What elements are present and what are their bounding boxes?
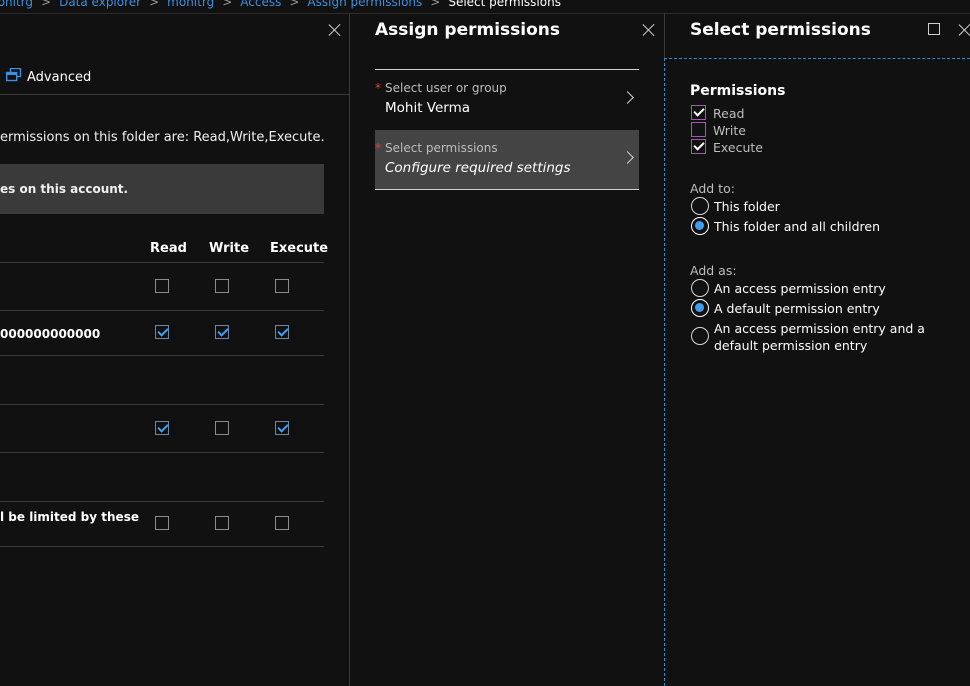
info-banner-text: es on this account. (0, 182, 129, 196)
advanced-icon[interactable] (5, 67, 22, 82)
column-header-write: Write (209, 241, 250, 256)
breadcrumb-item[interactable]: Assign permissions (307, 0, 422, 9)
breadcrumb-separator-icon: > (222, 0, 233, 9)
breadcrumb-separator-icon: > (149, 0, 160, 9)
select-panel-title: Select permissions (690, 20, 871, 40)
divider (0, 94, 349, 95)
table-row: l be limited by these (0, 502, 324, 546)
radio-label: An access permission entry and a (714, 321, 925, 336)
read-checkbox[interactable] (155, 325, 169, 339)
permission-label: Read (713, 106, 745, 121)
write-permission-checkbox[interactable] (691, 122, 706, 137)
permission-label: Write (713, 123, 747, 138)
breadcrumb-item[interactable]: Data explorer (59, 0, 141, 9)
breadcrumb: monitrg > Data explorer > monitrg > Access > Ass… (0, 0, 970, 13)
table-divider (0, 355, 324, 356)
write-checkbox[interactable] (215, 279, 229, 293)
column-header-execute: Execute (270, 241, 329, 256)
execute-checkbox[interactable] (275, 279, 289, 293)
write-checkbox[interactable] (215, 325, 229, 339)
breadcrumb-separator-icon: > (41, 0, 52, 9)
default-entry-radio[interactable] (691, 299, 709, 317)
field-label: Select permissions (385, 141, 498, 155)
execute-checkbox[interactable] (275, 325, 289, 339)
breadcrumb-separator-icon: > (289, 0, 300, 9)
field-value: Mohit Verma (385, 100, 471, 116)
field-label: Select user or group (385, 81, 507, 95)
required-marker: * (375, 141, 381, 155)
read-checkbox[interactable] (155, 516, 169, 530)
info-banner: es on this account. (0, 164, 324, 214)
breadcrumb-separator-icon: > (430, 0, 441, 9)
top-border (0, 13, 970, 14)
radio-label: default permission entry (714, 338, 868, 353)
radio-label: An access permission entry (714, 281, 886, 296)
advanced-button[interactable]: Advanced (27, 70, 91, 85)
read-permission-checkbox[interactable] (691, 105, 706, 120)
permission-label: Execute (713, 140, 763, 155)
breadcrumb-item[interactable]: Access (240, 0, 281, 9)
read-checkbox[interactable] (155, 279, 169, 293)
close-icon[interactable] (328, 23, 342, 37)
read-checkbox[interactable] (155, 421, 169, 435)
folder-and-children-radio[interactable] (691, 217, 709, 235)
table-row: 000000000000 (0, 311, 324, 355)
table-row (0, 263, 324, 310)
radio-label: This folder (714, 199, 780, 214)
field-value: Configure required settings (385, 160, 571, 176)
execute-checkbox[interactable] (275, 516, 289, 530)
table-row (0, 405, 324, 452)
row-label: l be limited by these (0, 510, 139, 524)
access-and-default-entry-radio[interactable] (691, 327, 709, 345)
add-as-label: Add as: (690, 263, 737, 278)
field-bottom-border (375, 189, 639, 190)
radio-label: This folder and all children (714, 219, 880, 234)
row-label: 000000000000 (0, 327, 101, 341)
table-divider (0, 546, 324, 547)
panel-divider (349, 13, 350, 686)
add-to-label: Add to: (690, 181, 735, 196)
permissions-heading: Permissions (690, 83, 786, 99)
close-icon[interactable] (958, 23, 970, 37)
chevron-right-icon (621, 151, 634, 164)
breadcrumb-item[interactable]: monitrg (0, 0, 33, 9)
execute-checkbox[interactable] (275, 421, 289, 435)
this-folder-radio[interactable] (691, 197, 709, 215)
focus-outline (664, 58, 970, 686)
maximize-icon[interactable] (928, 23, 940, 35)
write-checkbox[interactable] (215, 421, 229, 435)
panel-divider (664, 13, 665, 58)
breadcrumb-item[interactable]: monitrg (167, 0, 214, 9)
table-divider (0, 452, 324, 453)
effective-permissions-text: ermissions on this folder are: Read,Writ… (0, 130, 325, 145)
select-permissions[interactable]: * Select permissions Configure required … (375, 130, 639, 189)
access-entry-radio[interactable] (691, 279, 709, 297)
select-user-or-group[interactable]: * Select user or group Mohit Verma (375, 70, 639, 129)
close-icon[interactable] (642, 23, 656, 37)
assign-panel-title: Assign permissions (375, 20, 560, 40)
required-marker: * (375, 81, 381, 95)
column-header-read: Read (150, 241, 187, 256)
breadcrumb-current: Select permissions (448, 0, 561, 9)
execute-permission-checkbox[interactable] (691, 139, 706, 154)
chevron-right-icon (621, 91, 634, 104)
write-checkbox[interactable] (215, 516, 229, 530)
radio-label: A default permission entry (714, 301, 880, 316)
